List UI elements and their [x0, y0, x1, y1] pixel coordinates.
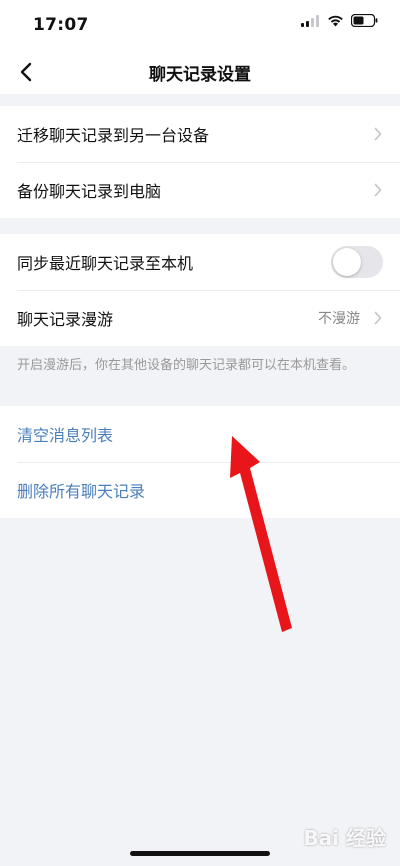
battery-icon: [351, 14, 378, 27]
wifi-icon: [328, 15, 343, 26]
status-time: 17:07: [33, 15, 89, 35]
sync-recent-chats-toggle[interactable]: [331, 246, 383, 278]
backup-to-computer-row[interactable]: 备份聊天记录到电脑: [0, 162, 400, 218]
row-label: 迁移聊天记录到另一台设备: [17, 126, 210, 145]
status-bar: 17:07: [0, 0, 400, 50]
page-title: 聊天记录设置: [149, 65, 251, 85]
delete-all-chat-history-row[interactable]: 删除所有聊天记录: [0, 462, 400, 518]
watermark: Bai 经验: [303, 826, 386, 850]
clear-message-list-label: 清空消息列表: [17, 426, 114, 445]
navigation-bar: 聊天记录设置: [0, 50, 400, 94]
row-label: 聊天记录漫游: [17, 310, 114, 329]
settings-group-clear: 清空消息列表 删除所有聊天记录: [0, 406, 400, 518]
delete-all-chat-history-label: 删除所有聊天记录: [17, 482, 146, 501]
row-label: 同步最近聊天记录至本机: [17, 254, 194, 273]
chevron-right-icon: [374, 183, 382, 197]
home-indicator: [130, 851, 270, 856]
toggle-knob: [333, 248, 361, 276]
migrate-chat-history-row[interactable]: 迁移聊天记录到另一台设备: [0, 106, 400, 162]
row-label: 备份聊天记录到电脑: [17, 182, 162, 201]
status-icons: [301, 14, 378, 27]
clear-message-list-row[interactable]: 清空消息列表: [0, 406, 400, 462]
settings-group-transfer: 迁移聊天记录到另一台设备 备份聊天记录到电脑: [0, 106, 400, 218]
settings-group-sync: 同步最近聊天记录至本机 聊天记录漫游 不漫游: [0, 234, 400, 346]
roaming-hint-text: 开启漫游后，你在其他设备的聊天记录都可以在本机查看。: [17, 358, 356, 373]
signal-icon: [301, 14, 319, 27]
chevron-right-icon: [374, 311, 382, 325]
roaming-value: 不漫游: [318, 311, 360, 327]
sync-recent-chats-row: 同步最近聊天记录至本机: [0, 234, 400, 290]
chevron-right-icon: [374, 127, 382, 141]
chat-roaming-row[interactable]: 聊天记录漫游 不漫游: [0, 290, 400, 346]
